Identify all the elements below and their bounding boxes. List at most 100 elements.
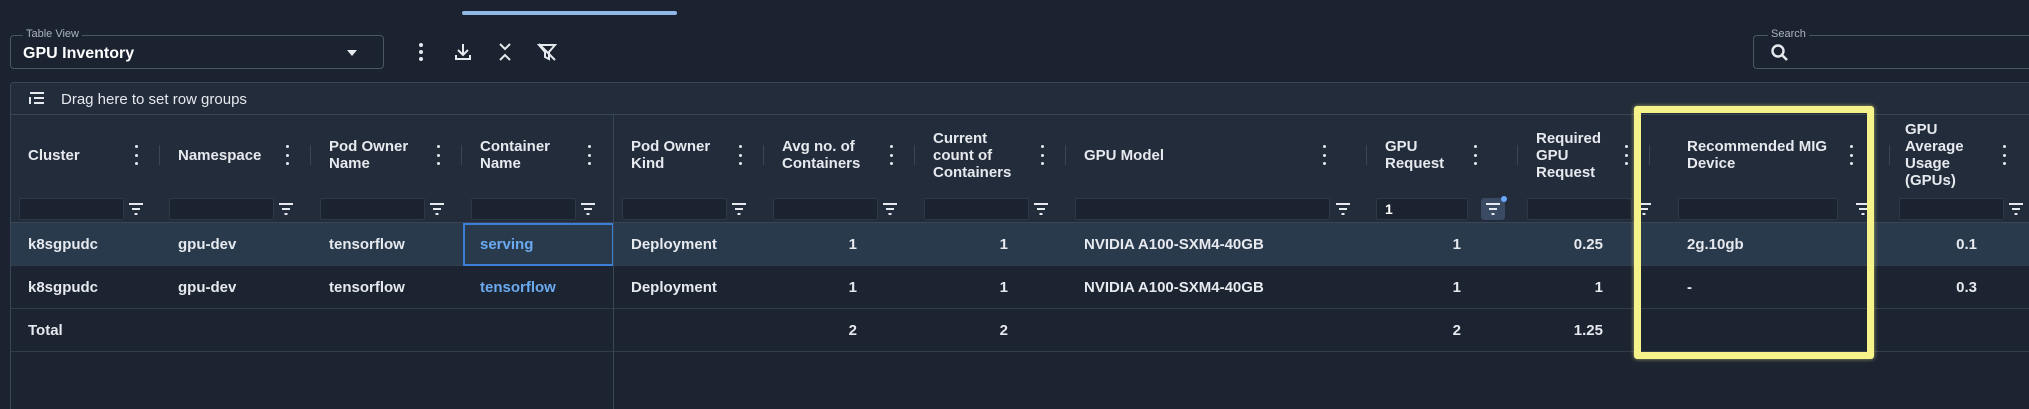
filter-icon[interactable] <box>1855 202 1871 216</box>
search-label: Search <box>1768 28 1809 40</box>
column-menu-icon[interactable] <box>133 145 139 165</box>
filter-current-containers <box>916 198 1067 220</box>
cell-gpu-model[interactable]: NVIDIA A100-SXM4-40GB <box>1067 266 1368 309</box>
column-menu-icon[interactable] <box>586 145 592 165</box>
filter-icon[interactable] <box>1335 202 1351 216</box>
cell-pod-owner-kind[interactable]: Deployment <box>614 223 765 266</box>
filter-icon[interactable] <box>1033 202 1049 216</box>
clear-filter-icon[interactable] <box>533 38 561 66</box>
cell-gpu-request[interactable]: 1 <box>1368 266 1461 309</box>
filter-icon[interactable] <box>1636 202 1652 216</box>
filter-input[interactable] <box>1899 198 2004 220</box>
total-required-gpu-request: 1.25 <box>1573 322 1603 339</box>
cell-current-containers[interactable]: 1 <box>916 266 1008 309</box>
row-groups-icon <box>29 92 44 104</box>
filter-input[interactable] <box>19 198 124 220</box>
header-recommended-mig-device[interactable]: Recommended MIG Device <box>1670 115 1901 195</box>
filter-input[interactable] <box>773 198 878 220</box>
cell-avg-containers[interactable]: 1 <box>765 223 857 266</box>
filter-icon[interactable] <box>128 202 144 216</box>
filter-row: 1 <box>11 195 2029 223</box>
column-separator[interactable] <box>914 145 915 165</box>
header-required-gpu-request[interactable]: Required GPU Request <box>1519 115 1670 195</box>
column-separator[interactable] <box>461 145 462 165</box>
column-menu-icon[interactable] <box>1848 145 1854 165</box>
filter-avg-containers <box>765 198 916 220</box>
filter-recommended-mig <box>1670 198 1901 220</box>
filter-input[interactable] <box>1678 198 1838 220</box>
filter-input[interactable] <box>622 198 727 220</box>
cell-required-gpu-request[interactable]: 1 <box>1519 266 1603 309</box>
column-menu-icon[interactable] <box>888 145 894 165</box>
column-separator[interactable] <box>763 145 764 165</box>
column-menu-icon[interactable] <box>435 145 441 165</box>
filter-input[interactable]: 1 <box>1376 198 1468 220</box>
filter-input[interactable] <box>169 198 274 220</box>
cell-pod-owner-name[interactable]: tensorflow <box>312 223 463 266</box>
cell-container-name-link[interactable]: tensorflow <box>463 266 614 309</box>
filter-icon[interactable] <box>580 202 596 216</box>
cell-gpu-model[interactable]: NVIDIA A100-SXM4-40GB <box>1067 223 1368 266</box>
table-row[interactable]: k8sgpudc gpu-dev tensorflow serving Depl… <box>11 223 2029 266</box>
cell-required-gpu-request[interactable]: 0.25 <box>1519 223 1603 266</box>
cell-pod-owner-kind[interactable]: Deployment <box>614 266 765 309</box>
row-group-panel[interactable]: Drag here to set row groups <box>11 83 2029 115</box>
cell-container-name-link[interactable]: serving <box>463 223 614 266</box>
cell-avg-containers[interactable]: 1 <box>765 266 857 309</box>
filter-required-gpu-request <box>1519 198 1670 220</box>
cell-namespace[interactable]: gpu-dev <box>161 266 312 309</box>
header-gpu-average-usage[interactable]: GPU Average Usage (GPUs) <box>1891 115 2029 195</box>
column-menu-icon[interactable] <box>1321 145 1327 165</box>
search-input[interactable] <box>1798 40 2029 64</box>
table-view-select[interactable]: Table View GPU Inventory <box>10 28 384 69</box>
filter-icon[interactable] <box>2008 202 2024 216</box>
filter-namespace <box>161 198 312 220</box>
column-separator[interactable] <box>1889 145 1890 165</box>
filter-input[interactable] <box>1527 198 1632 220</box>
cell-pod-owner-name[interactable]: tensorflow <box>312 266 463 309</box>
header-gpu-request[interactable]: GPU Request <box>1368 115 1519 195</box>
column-menu-icon[interactable] <box>1472 145 1478 165</box>
filter-active-icon[interactable] <box>1481 196 1507 220</box>
cell-gpu-request[interactable]: 1 <box>1368 223 1461 266</box>
column-separator[interactable] <box>159 145 160 165</box>
column-menu-icon[interactable] <box>284 145 290 165</box>
table-row[interactable]: k8sgpudc gpu-dev tensorflow tensorflow D… <box>11 266 2029 309</box>
table-view-label: Table View <box>23 28 82 40</box>
column-menu-icon[interactable] <box>737 145 743 165</box>
cell-recommended-mig[interactable]: - <box>1670 266 1901 309</box>
column-menu-icon[interactable] <box>1039 145 1045 165</box>
cell-cluster[interactable]: k8sgpudc <box>11 223 161 266</box>
column-separator[interactable] <box>310 145 311 165</box>
cell-gpu-avg-usage[interactable]: 0.3 <box>1891 266 1977 309</box>
column-separator[interactable] <box>1517 145 1518 165</box>
total-avg-containers: 2 <box>848 322 857 339</box>
column-menu-icon[interactable] <box>1623 145 1629 165</box>
filter-icon[interactable] <box>278 202 294 216</box>
cell-cluster[interactable]: k8sgpudc <box>11 266 161 309</box>
filter-cluster <box>11 198 161 220</box>
filter-input[interactable] <box>471 198 576 220</box>
column-separator[interactable] <box>1649 145 1650 165</box>
cell-recommended-mig[interactable]: 2g.10gb <box>1670 223 1901 266</box>
active-tab-indicator <box>462 11 677 15</box>
filter-input[interactable] <box>924 198 1029 220</box>
filter-input[interactable] <box>1075 198 1330 220</box>
column-separator[interactable] <box>1366 145 1367 165</box>
download-icon[interactable] <box>449 38 477 66</box>
filter-icon[interactable] <box>882 202 898 216</box>
column-menu-icon[interactable] <box>2001 145 2007 165</box>
column-separator[interactable] <box>1065 145 1066 165</box>
filter-icon[interactable] <box>429 202 445 216</box>
total-current-containers: 2 <box>999 322 1008 339</box>
filter-input[interactable] <box>320 198 425 220</box>
search-field[interactable]: Search <box>1753 28 2029 69</box>
filter-container-name <box>463 198 614 220</box>
cell-gpu-avg-usage[interactable]: 0.1 <box>1891 223 1977 266</box>
cell-current-containers[interactable]: 1 <box>916 223 1008 266</box>
collapse-icon[interactable] <box>491 38 519 66</box>
more-options-icon[interactable] <box>407 38 435 66</box>
caret-down-icon <box>347 50 357 56</box>
cell-namespace[interactable]: gpu-dev <box>161 223 312 266</box>
filter-icon[interactable] <box>731 202 747 216</box>
